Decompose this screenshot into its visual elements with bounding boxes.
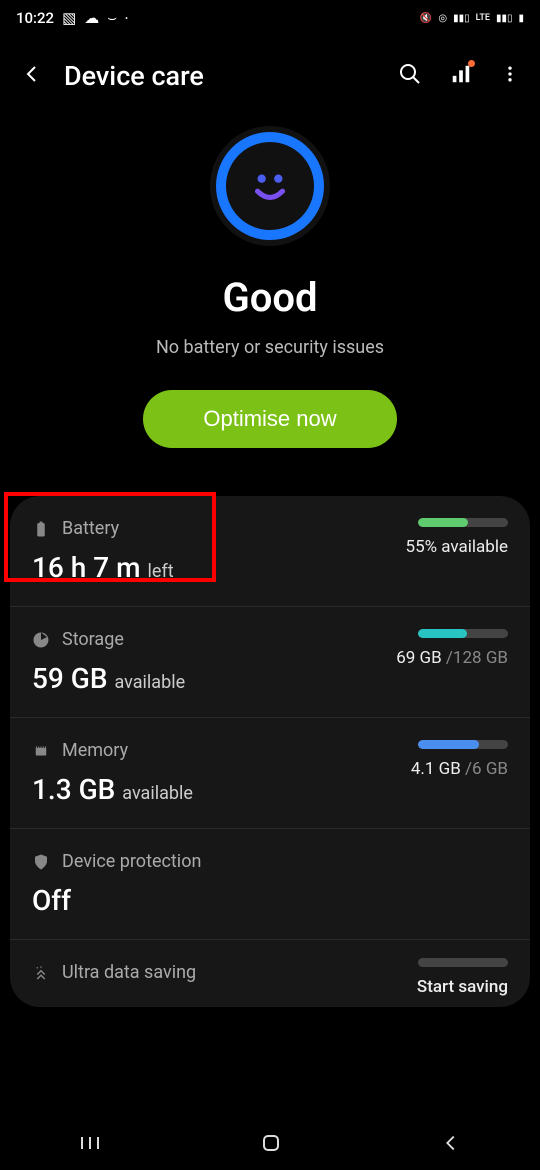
optimise-button[interactable]: Optimise now [143,390,396,448]
status-subtitle: No battery or security issues [156,337,384,358]
storage-total: /128 GB [446,648,508,668]
storage-icon [32,631,50,649]
battery-time: 16 h 7 m [32,551,141,584]
smiley-icon [244,160,296,212]
protection-label: Device protection [62,851,201,872]
memory-label: Memory [62,740,128,761]
signal1-icon: ▮▮▯ [453,13,470,24]
gallery-icon: ▧ [62,9,76,27]
battery-bar [418,518,508,527]
storage-suffix: available [115,672,186,693]
status-title: Good [222,274,317,321]
header: Device care [0,36,540,116]
memory-free: 1.3 GB [32,773,115,806]
recents-button[interactable] [78,1133,102,1157]
page-title: Device care [64,60,378,92]
battery-icon [32,520,50,538]
ultra-row[interactable]: Ultra data saving Start saving [10,940,530,1007]
search-icon[interactable] [398,62,422,90]
memory-used: 4.1 GB [411,759,461,779]
storage-label: Storage [62,629,124,650]
back-icon[interactable] [20,62,44,90]
storage-used: 59 GB [32,662,108,695]
lte-label: LTE [476,13,490,23]
status-section: Good No battery or security issues Optim… [0,116,540,478]
smile-icon: ⌣ [107,9,117,27]
metrics-card: Battery 16 h 7 m left 55% available Stor… [10,496,530,1007]
battery-percent: 55% available [406,537,508,557]
ultra-label: Ultra data saving [62,962,196,983]
clock: 10:22 [16,9,54,27]
storage-row[interactable]: Storage 59 GB available 69 GB /128 GB [10,607,530,718]
data-saving-icon [32,964,50,982]
ultra-bar [418,958,508,967]
battery-label: Battery [62,518,119,539]
protection-status: Off [32,884,71,917]
memory-total: /6 GB [465,759,508,779]
battery-suffix: left [148,561,174,582]
memory-bar [418,740,508,749]
status-bar: 10:22 ▧ ☁ ⌣ • 🔇 ◎ ▮▮▯ LTE ▮▮▯ ▮ [0,0,540,36]
battery-row[interactable]: Battery 16 h 7 m left 55% available [10,496,530,607]
chart-icon[interactable] [450,63,472,89]
storage-bar [418,629,508,638]
battery-status-icon: ▮ [518,13,524,24]
ultra-right: Start saving [417,977,508,997]
back-button[interactable] [440,1132,462,1158]
status-ring [210,126,330,246]
more-icon[interactable] [500,64,520,88]
memory-suffix: available [122,783,193,804]
cloud-icon: ☁ [84,9,99,27]
shield-icon [32,853,50,871]
hotspot-icon: ◎ [438,13,447,24]
navigation-bar [0,1120,540,1170]
memory-icon [32,742,50,760]
protection-row[interactable]: Device protection Off [10,829,530,940]
mute-icon: 🔇 [420,13,432,24]
signal2-icon: ▮▮▯ [496,13,513,24]
memory-row[interactable]: Memory 1.3 GB available 4.1 GB /6 GB [10,718,530,829]
dot-icon: • [125,14,128,23]
home-button[interactable] [259,1131,283,1159]
storage-used-right: 69 GB [396,648,442,668]
